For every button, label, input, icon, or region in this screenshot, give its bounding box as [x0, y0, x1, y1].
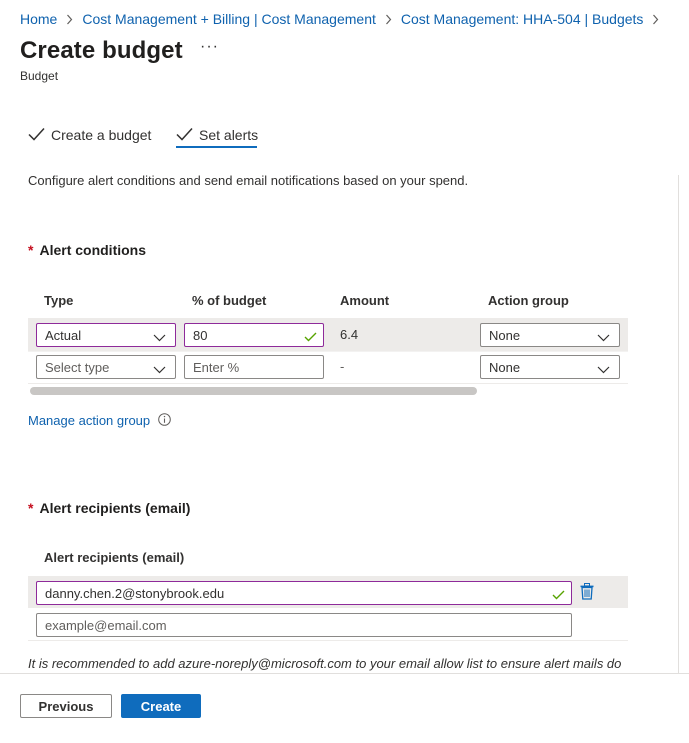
breadcrumb-budgets[interactable]: Cost Management: HHA-504 | Budgets	[401, 11, 644, 27]
action-group-dropdown[interactable]: None	[480, 323, 620, 347]
required-indicator: *	[28, 242, 34, 258]
column-header-recipients: Alert recipients (email)	[44, 550, 185, 565]
type-dropdown[interactable]: Select type	[36, 355, 176, 379]
email-placeholder: example@email.com	[45, 617, 167, 633]
alert-conditions-heading: * Alert conditions	[28, 242, 146, 258]
breadcrumb-cost-management[interactable]: Cost Management + Billing | Cost Managem…	[82, 11, 376, 27]
trash-icon[interactable]	[580, 583, 594, 605]
percent-placeholder: Enter %	[193, 359, 240, 375]
row-divider	[28, 383, 628, 384]
chevron-right-icon	[66, 14, 73, 25]
section-title: Alert recipients (email)	[39, 500, 191, 516]
checkmark-icon	[552, 588, 565, 603]
create-button[interactable]: Create	[121, 694, 201, 718]
email-field[interactable]: danny.chen.2@stonybrook.edu	[36, 581, 572, 605]
scrollbar-thumb[interactable]	[30, 387, 477, 395]
chevron-down-icon	[153, 362, 166, 377]
checkmark-icon	[176, 127, 199, 144]
alert-recipients-heading: * Alert recipients (email)	[28, 500, 190, 516]
breadcrumb: Home Cost Management + Billing | Cost Ma…	[20, 10, 668, 28]
tab-label: Set alerts	[199, 127, 259, 143]
action-group-dropdown[interactable]: None	[480, 355, 620, 379]
footer-divider	[0, 673, 689, 674]
action-group-value: None	[489, 327, 521, 343]
checkmark-icon	[304, 330, 317, 345]
breadcrumb-home[interactable]: Home	[20, 11, 57, 27]
ellipsis-icon[interactable]: ···	[200, 38, 219, 56]
column-header-type: Type	[44, 293, 74, 308]
required-indicator: *	[28, 500, 34, 516]
section-title: Alert conditions	[39, 242, 147, 258]
allow-list-note: It is recommended to add azure-noreply@m…	[28, 656, 622, 671]
page-title: Create budget	[20, 37, 183, 64]
type-value: Actual	[45, 327, 82, 343]
info-icon[interactable]	[158, 413, 171, 431]
chevron-down-icon	[153, 330, 166, 345]
column-header-amount: Amount	[340, 293, 390, 308]
percent-of-budget-input[interactable]: Enter %	[184, 355, 324, 379]
column-header-action-group: Action group	[488, 293, 569, 308]
chevron-down-icon	[597, 362, 610, 377]
row-divider	[28, 351, 628, 352]
email-value: danny.chen.2@stonybrook.edu	[45, 585, 225, 601]
chevron-down-icon	[597, 330, 610, 345]
row-divider	[28, 640, 628, 641]
tab-create-a-budget[interactable]: Create a budget	[28, 120, 151, 150]
active-tab-indicator	[176, 146, 257, 148]
amount-value: 6.4	[340, 327, 359, 342]
column-header-percent: % of budget	[192, 293, 267, 308]
page-description: Configure alert conditions and send emai…	[28, 173, 469, 188]
content-divider	[678, 175, 679, 675]
email-field[interactable]: example@email.com	[36, 613, 572, 637]
page-subtitle: Budget	[20, 69, 59, 83]
checkmark-icon	[28, 127, 51, 144]
previous-button[interactable]: Previous	[20, 694, 112, 718]
amount-value: -	[340, 359, 345, 374]
percent-value: 80	[193, 327, 208, 343]
chevron-right-icon	[385, 14, 392, 25]
chevron-right-icon	[652, 14, 659, 25]
manage-action-group-link[interactable]: Manage action group	[28, 413, 150, 428]
tab-label: Create a budget	[51, 127, 152, 143]
type-dropdown[interactable]: Actual	[36, 323, 176, 347]
action-group-value: None	[489, 359, 521, 375]
type-placeholder: Select type	[45, 359, 110, 375]
percent-of-budget-input[interactable]: 80	[184, 323, 324, 347]
